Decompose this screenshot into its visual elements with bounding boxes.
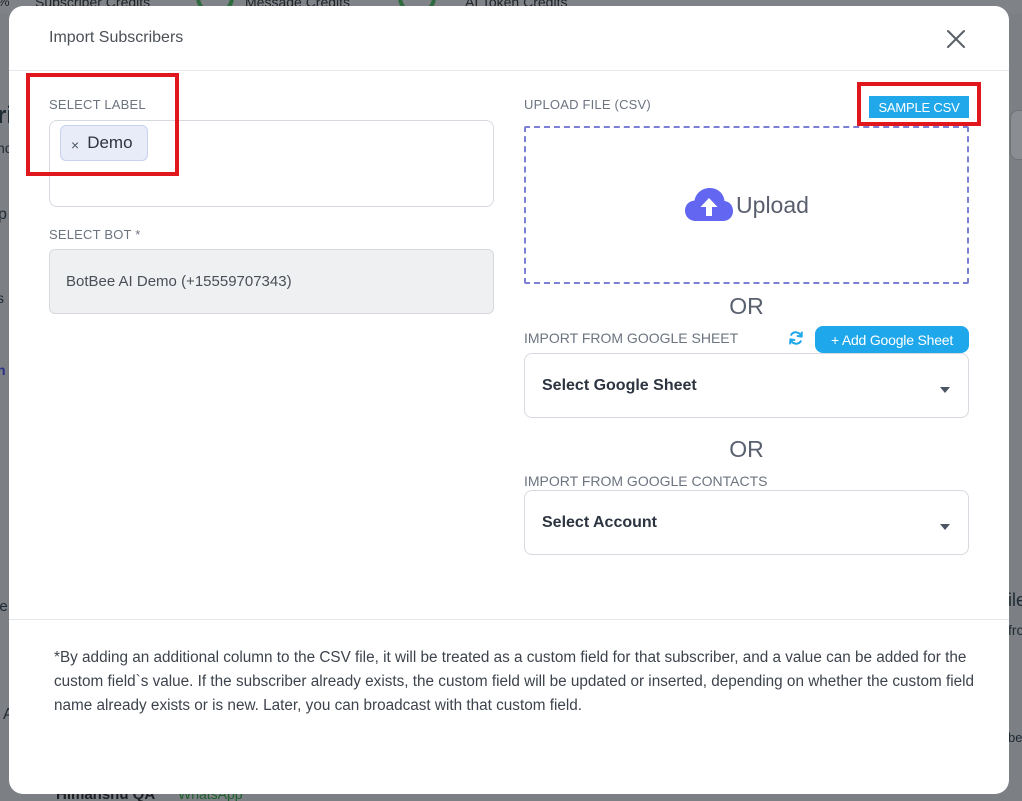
or-divider: OR	[729, 293, 764, 319]
google-sheet-heading: IMPORT FROM GOOGLE SHEET	[524, 330, 739, 346]
bg-fragment: ile	[1008, 590, 1022, 610]
google-contacts-heading: IMPORT FROM GOOGLE CONTACTS	[524, 473, 768, 489]
or-divider: OR	[729, 436, 764, 462]
google-account-select-value: Select Account	[542, 513, 657, 531]
upload-label: Upload	[736, 191, 809, 218]
google-sheet-select[interactable]: Select Google Sheet	[524, 353, 969, 418]
chevron-down-icon	[940, 386, 950, 393]
sample-csv-button[interactable]: SAMPLE CSV	[869, 96, 969, 118]
google-account-select[interactable]: Select Account	[524, 490, 969, 555]
bg-fragment: le	[0, 598, 8, 615]
cloud-upload-icon	[685, 188, 734, 221]
upload-dropzone[interactable]: Upload	[524, 126, 969, 284]
bg-fragment: h	[0, 362, 6, 378]
select-label-heading: SELECT LABEL	[49, 97, 146, 112]
bg-fragment: be	[1008, 730, 1022, 745]
label-select-input[interactable]: × Demo	[49, 120, 494, 207]
bg-card	[1010, 110, 1022, 160]
close-icon[interactable]	[941, 24, 971, 54]
chip-remove-icon[interactable]: ×	[71, 133, 79, 153]
import-subscribers-modal: Import Subscribers SELECT LABEL × Demo S…	[9, 6, 1009, 794]
refresh-icon[interactable]	[788, 330, 804, 346]
google-sheet-select-value: Select Google Sheet	[542, 376, 697, 394]
custom-field-note: *By adding an additional column to the C…	[54, 649, 975, 714]
select-bot-heading: SELECT BOT *	[49, 227, 141, 242]
bg-fragment: p	[0, 206, 7, 223]
footer-divider	[9, 619, 1009, 620]
modal-header: Import Subscribers	[9, 6, 1009, 71]
bg-fragment: s	[0, 290, 4, 306]
bot-select-field[interactable]: BotBee AI Demo (+15559707343)	[49, 249, 494, 314]
modal-title: Import Subscribers	[49, 29, 184, 46]
chip-text: Demo	[87, 133, 133, 152]
chevron-down-icon	[940, 523, 950, 530]
bot-select-value: BotBee AI Demo (+15559707343)	[66, 273, 292, 290]
upload-file-heading: UPLOAD FILE (CSV)	[524, 97, 651, 112]
bg-fragment: fro	[1008, 622, 1022, 638]
add-google-sheet-button[interactable]: + Add Google Sheet	[815, 326, 969, 353]
label-chip: × Demo	[60, 125, 148, 161]
